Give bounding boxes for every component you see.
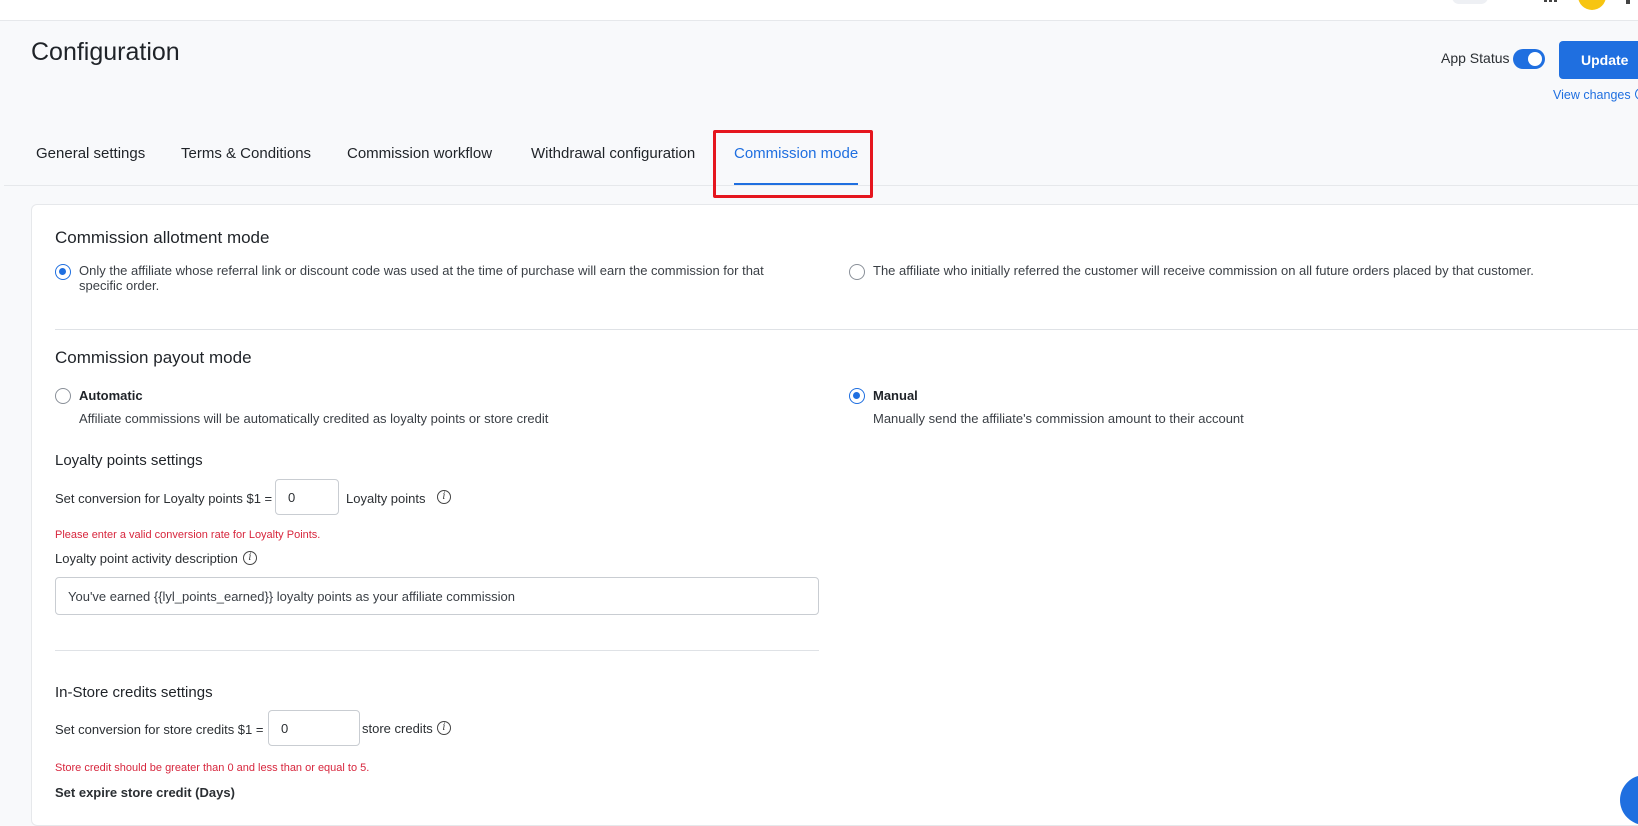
store-credit-expire-label: Set expire store credit (Days): [55, 785, 235, 800]
loyalty-conversion-label: Set conversion for Loyalty points $1 =: [55, 491, 273, 506]
allotment-option-referral-radio[interactable]: [55, 264, 71, 280]
payout-manual-label: Manual: [873, 388, 918, 403]
view-changes-link[interactable]: View changes: [1553, 88, 1638, 102]
highlight-box: [713, 130, 873, 198]
store-credit-unit: store credits: [362, 721, 433, 736]
payout-automatic-radio[interactable]: [55, 388, 71, 404]
store-credit-conversion-label: Set conversion for store credits $1 =: [55, 722, 264, 737]
info-icon[interactable]: i: [437, 721, 451, 735]
tab-commission-workflow[interactable]: Commission workflow: [347, 145, 492, 162]
loyalty-conversion-input[interactable]: [275, 479, 339, 515]
tab-terms-conditions[interactable]: Terms & Conditions: [181, 145, 311, 162]
app-status-toggle[interactable]: [1513, 49, 1545, 69]
info-icon[interactable]: i: [437, 490, 451, 504]
allotment-option-lifetime-text: The affiliate who initially referred the…: [873, 263, 1534, 278]
payout-automatic-description: Affiliate commissions will be automatica…: [79, 411, 549, 426]
allotment-option-lifetime-radio[interactable]: [849, 264, 865, 280]
payout-automatic-label: Automatic: [79, 388, 143, 403]
loyalty-description-label: Loyalty point activity description: [55, 551, 238, 566]
payout-manual-description: Manually send the affiliate's commission…: [873, 411, 1244, 426]
info-icon: [1634, 88, 1638, 100]
section-divider: [55, 329, 1638, 330]
store-credit-conversion-input[interactable]: [268, 710, 360, 746]
allotment-title: Commission allotment mode: [55, 228, 270, 247]
loyalty-error-message: Please enter a valid conversion rate for…: [55, 529, 321, 541]
store-credit-settings-title: In-Store credits settings: [55, 684, 213, 701]
payout-title: Commission payout mode: [55, 348, 252, 367]
avatar[interactable]: [1578, 0, 1606, 10]
menu-icon[interactable]: [1626, 0, 1630, 4]
app-status-label: App Status: [1441, 50, 1510, 66]
loyalty-points-unit: Loyalty points: [346, 491, 426, 506]
store-credit-error-message: Store credit should be greater than 0 an…: [55, 762, 370, 774]
tab-withdrawal-configuration[interactable]: Withdrawal configuration: [531, 145, 695, 162]
apps-grid-icon[interactable]: [1542, 0, 1558, 4]
page-title: Configuration: [31, 38, 180, 66]
loyalty-description-input[interactable]: [55, 577, 819, 615]
allotment-option-referral-text: Only the affiliate whose referral link o…: [79, 263, 764, 293]
tab-general-settings[interactable]: General settings: [36, 145, 145, 162]
commission-mode-card: Commission allotment mode Only the affil…: [31, 204, 1638, 826]
loyalty-settings-title: Loyalty points settings: [55, 452, 203, 469]
update-button[interactable]: Update: [1559, 41, 1638, 79]
view-changes-label: View changes: [1553, 88, 1631, 102]
section-divider: [55, 650, 819, 651]
top-bar: [0, 0, 1638, 21]
info-icon[interactable]: i: [243, 551, 257, 565]
payout-manual-radio[interactable]: [849, 388, 865, 404]
top-bar-button[interactable]: [1452, 0, 1488, 4]
toggle-knob: [1528, 52, 1542, 66]
